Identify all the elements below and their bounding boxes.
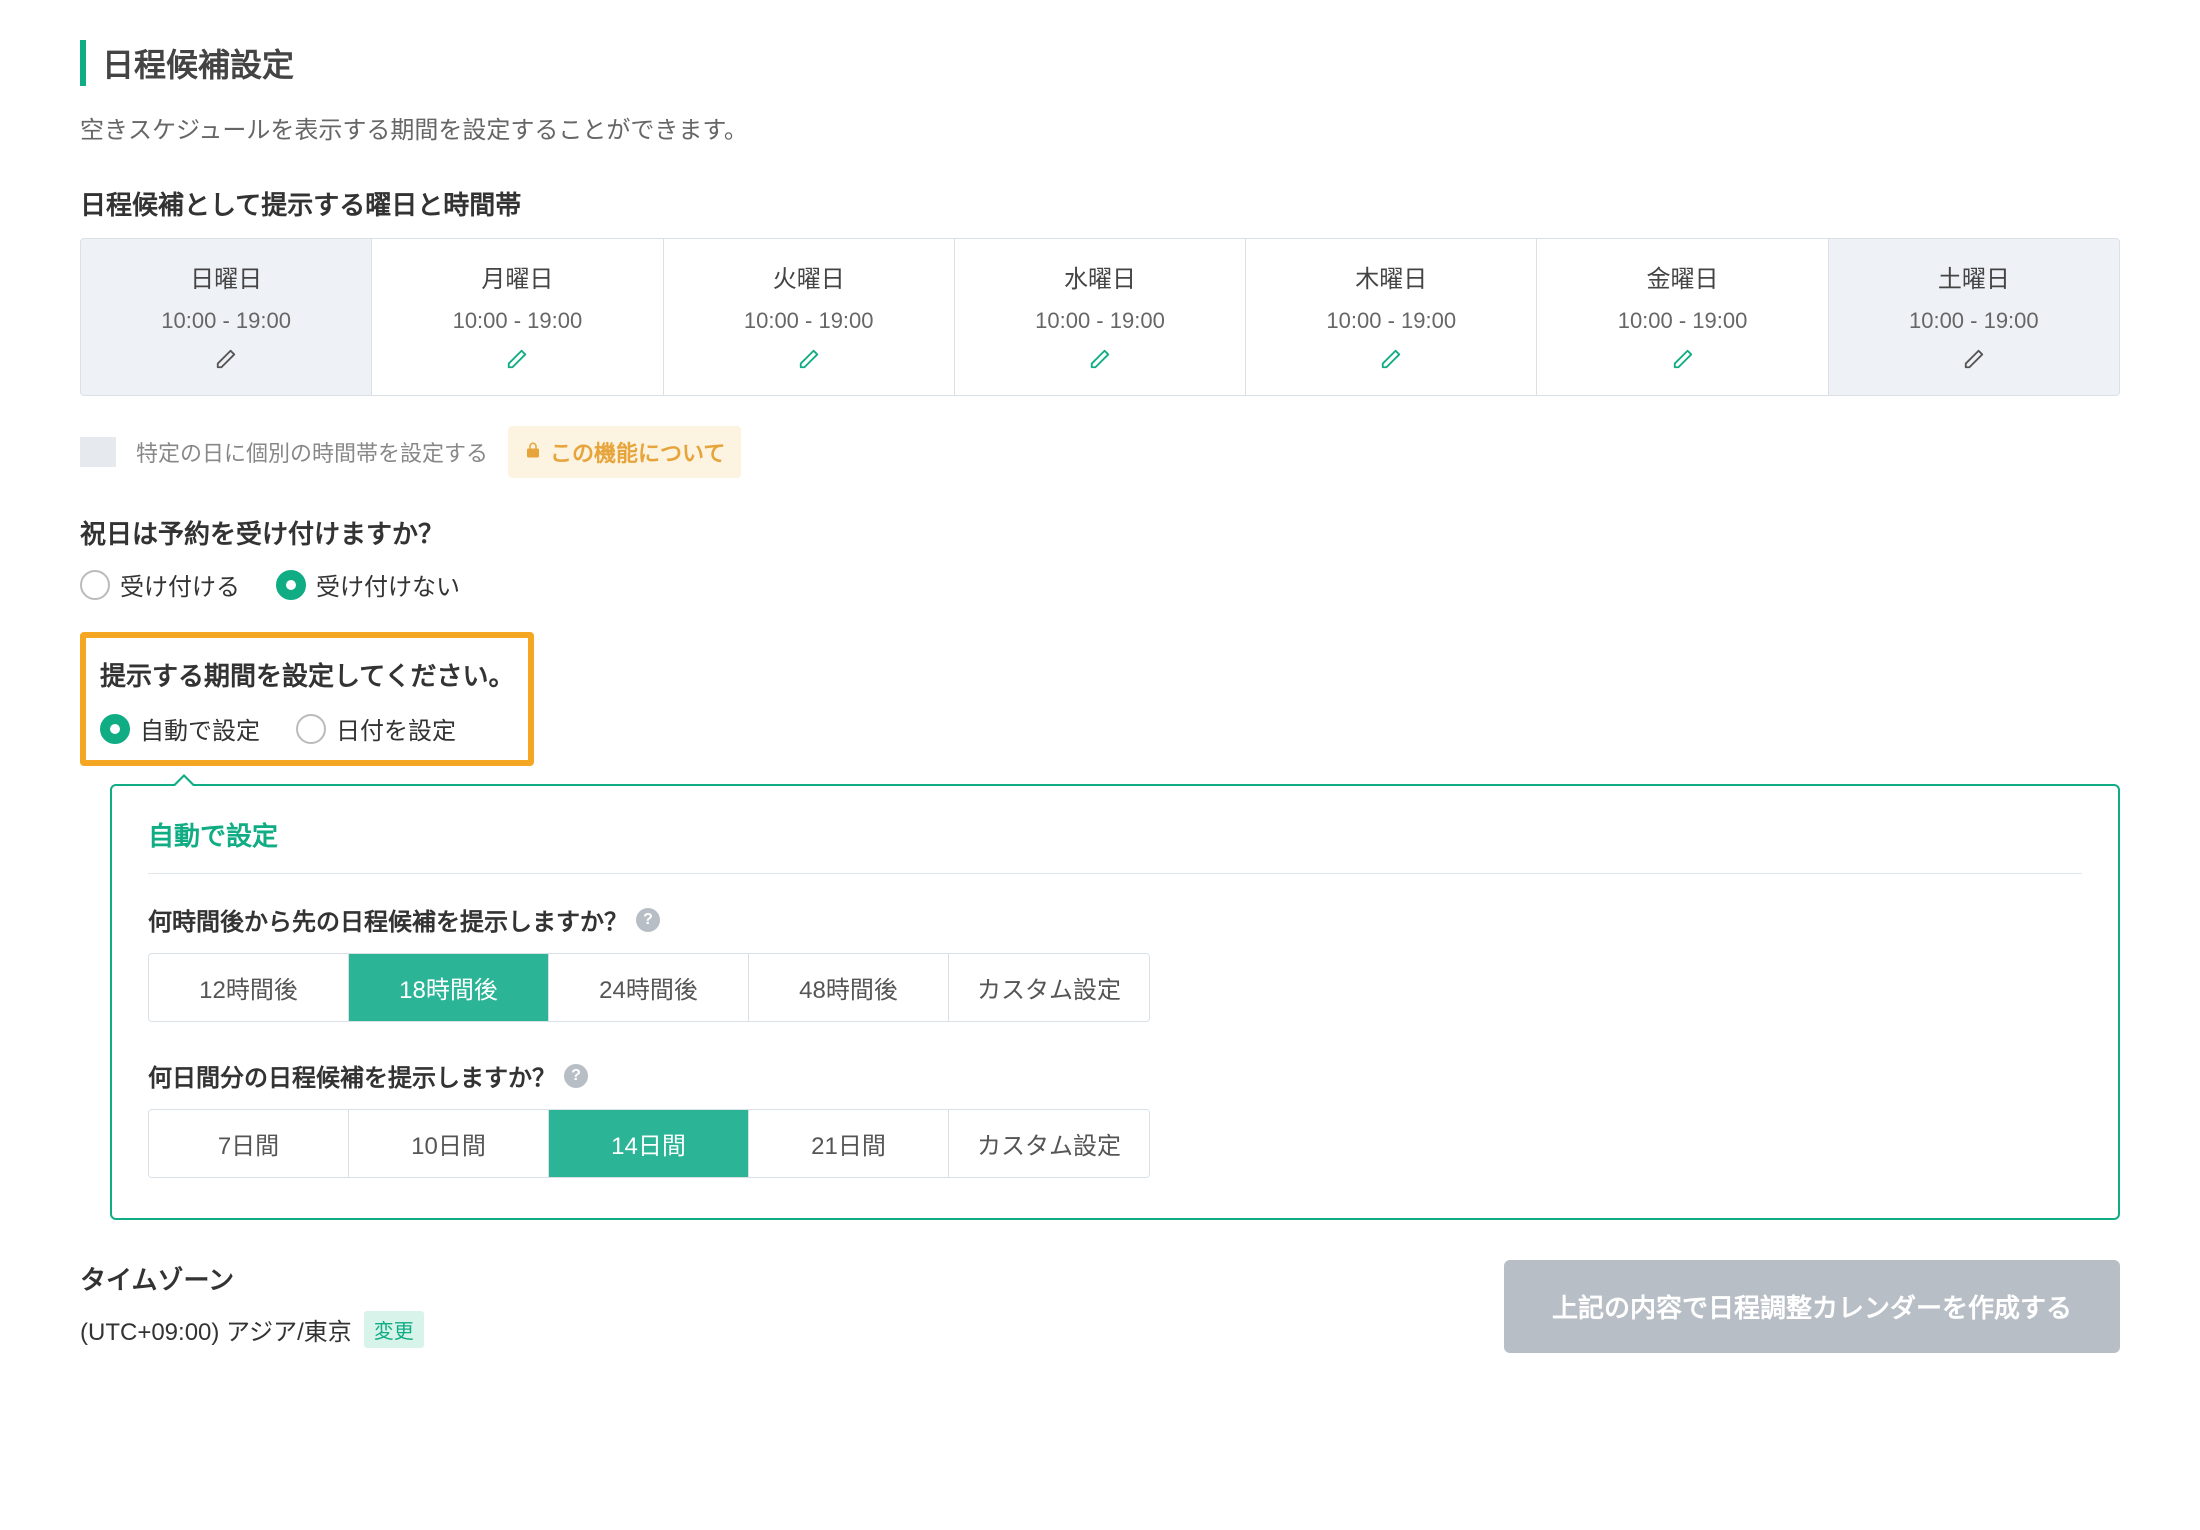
edit-icon[interactable]	[215, 348, 237, 377]
day-time: 10:00 - 19:00	[672, 308, 946, 334]
span-option[interactable]: 7日間	[149, 1110, 349, 1177]
section-description: 空きスケジュールを表示する期間を設定することができます。	[80, 110, 2120, 145]
span-label: 何日間分の日程候補を提示しますか？ ?	[148, 1058, 2082, 1093]
span-option[interactable]: カスタム設定	[949, 1110, 1149, 1177]
span-option[interactable]: 10日間	[349, 1110, 549, 1177]
timezone-change-link[interactable]: 変更	[364, 1311, 424, 1348]
day-name: 水曜日	[963, 259, 1237, 294]
radio-label: 日付を設定	[336, 711, 456, 746]
lock-icon	[524, 439, 542, 465]
span-segments: 7日間10日間14日間21日間カスタム設定	[148, 1109, 1150, 1178]
day-name: 木曜日	[1254, 259, 1528, 294]
day-cell: 木曜日 10:00 - 19:00	[1246, 239, 1537, 395]
lead-time-segments: 12時間後18時間後24時間後48時間後カスタム設定	[148, 953, 1150, 1022]
edit-icon[interactable]	[1089, 348, 1111, 377]
day-time: 10:00 - 19:00	[1254, 308, 1528, 334]
day-time: 10:00 - 19:00	[963, 308, 1237, 334]
day-name: 火曜日	[672, 259, 946, 294]
timezone-value: (UTC+09:00) アジア/東京	[80, 1312, 352, 1347]
lead-time-row: 何時間後から先の日程候補を提示しますか？ ? 12時間後18時間後24時間後48…	[148, 902, 2082, 1022]
day-cell: 土曜日 10:00 - 19:00	[1829, 239, 2119, 395]
radio-label: 受け付ける	[120, 567, 240, 602]
lead-time-option[interactable]: カスタム設定	[949, 954, 1149, 1021]
period-mode-heading: 提示する期間を設定してください。	[100, 656, 514, 693]
lead-time-option[interactable]: 12時間後	[149, 954, 349, 1021]
day-name: 月曜日	[380, 259, 654, 294]
period-auto-radio[interactable]: 自動で設定	[100, 711, 260, 746]
info-badge-label: この機能について	[550, 436, 725, 468]
edit-icon[interactable]	[506, 348, 528, 377]
period-mode-highlight: 提示する期間を設定してください。 自動で設定 日付を設定	[80, 632, 534, 766]
day-cell: 水曜日 10:00 - 19:00	[955, 239, 1246, 395]
radio-circle	[276, 570, 306, 600]
section-title: 日程候補設定	[80, 40, 2120, 86]
help-icon[interactable]: ?	[564, 1064, 588, 1088]
specific-day-row: 特定の日に個別の時間帯を設定する この機能について	[80, 426, 2120, 478]
period-date-radio[interactable]: 日付を設定	[296, 711, 456, 746]
week-heading: 日程候補として提示する曜日と時間帯	[80, 185, 2120, 222]
lead-time-option[interactable]: 18時間後	[349, 954, 549, 1021]
timezone-value-row: (UTC+09:00) アジア/東京 変更	[80, 1311, 424, 1348]
holiday-heading: 祝日は予約を受け付けますか？	[80, 514, 2120, 551]
lead-time-option[interactable]: 48時間後	[749, 954, 949, 1021]
day-name: 日曜日	[89, 259, 363, 294]
day-time: 10:00 - 19:00	[380, 308, 654, 334]
day-cell: 日曜日 10:00 - 19:00	[81, 239, 372, 395]
specific-day-label: 特定の日に個別の時間帯を設定する	[136, 436, 488, 468]
radio-circle	[296, 714, 326, 744]
radio-label: 受け付けない	[316, 567, 460, 602]
span-row: 何日間分の日程候補を提示しますか？ ? 7日間10日間14日間21日間カスタム設…	[148, 1058, 2082, 1178]
day-cell: 金曜日 10:00 - 19:00	[1537, 239, 1828, 395]
radio-circle	[80, 570, 110, 600]
timezone-block: タイムゾーン (UTC+09:00) アジア/東京 変更	[80, 1260, 424, 1348]
radio-label: 自動で設定	[140, 711, 260, 746]
edit-icon[interactable]	[1380, 348, 1402, 377]
day-time: 10:00 - 19:00	[1545, 308, 1819, 334]
edit-icon[interactable]	[798, 348, 820, 377]
day-name: 土曜日	[1837, 259, 2111, 294]
day-cell: 月曜日 10:00 - 19:00	[372, 239, 663, 395]
day-cell: 火曜日 10:00 - 19:00	[664, 239, 955, 395]
timezone-heading: タイムゾーン	[80, 1260, 424, 1297]
week-table: 日曜日 10:00 - 19:00 月曜日 10:00 - 19:00 火曜日 10:00…	[80, 238, 2120, 396]
day-time: 10:00 - 19:00	[1837, 308, 2111, 334]
holiday-accept-radio[interactable]: 受け付ける	[80, 567, 240, 602]
auto-panel: 自動で設定 何時間後から先の日程候補を提示しますか？ ? 12時間後18時間後2…	[110, 784, 2120, 1220]
edit-icon[interactable]	[1672, 348, 1694, 377]
checkbox-placeholder	[80, 437, 116, 467]
auto-panel-title: 自動で設定	[148, 816, 2082, 853]
span-option[interactable]: 21日間	[749, 1110, 949, 1177]
panel-divider	[148, 873, 2082, 874]
help-icon[interactable]: ?	[636, 908, 660, 932]
info-badge[interactable]: この機能について	[508, 426, 741, 478]
period-mode-radio-group: 自動で設定 日付を設定	[100, 711, 514, 746]
lead-time-label: 何時間後から先の日程候補を提示しますか？ ?	[148, 902, 2082, 937]
lead-time-option[interactable]: 24時間後	[549, 954, 749, 1021]
holiday-reject-radio[interactable]: 受け付けない	[276, 567, 460, 602]
day-name: 金曜日	[1545, 259, 1819, 294]
create-calendar-button[interactable]: 上記の内容で日程調整カレンダーを作成する	[1504, 1260, 2120, 1353]
edit-icon[interactable]	[1963, 348, 1985, 377]
bottom-row: タイムゾーン (UTC+09:00) アジア/東京 変更 上記の内容で日程調整カ…	[80, 1260, 2120, 1353]
span-option[interactable]: 14日間	[549, 1110, 749, 1177]
holiday-radio-group: 受け付ける 受け付けない	[80, 567, 2120, 602]
day-time: 10:00 - 19:00	[89, 308, 363, 334]
radio-circle	[100, 714, 130, 744]
